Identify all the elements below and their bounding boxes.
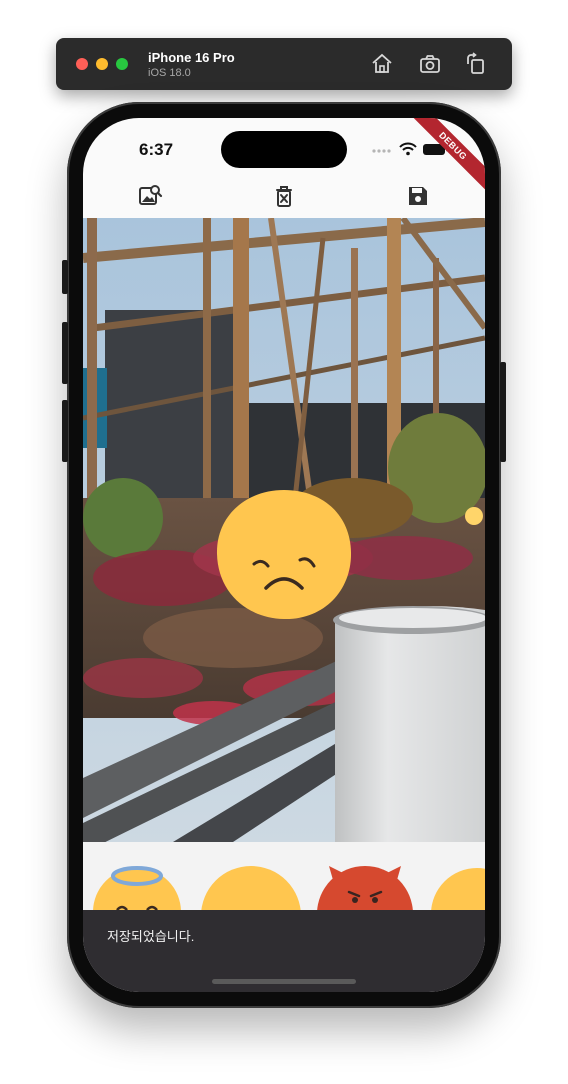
close-window-button[interactable] xyxy=(76,58,88,70)
save-icon[interactable] xyxy=(404,182,432,210)
app-toolbar xyxy=(83,176,485,218)
delete-icon[interactable] xyxy=(270,182,298,210)
minimize-window-button[interactable] xyxy=(96,58,108,70)
sticker-tray xyxy=(83,842,485,910)
status-time: 6:37 xyxy=(139,140,174,159)
wifi-icon xyxy=(399,142,417,156)
device-screen: 6:37 DEBUG 저장되었습니다. xyxy=(83,118,485,992)
home-indicator[interactable] xyxy=(212,979,356,984)
zoom-window-button[interactable] xyxy=(116,58,128,70)
home-icon[interactable] xyxy=(370,52,394,76)
angel-emoji[interactable] xyxy=(91,866,183,910)
snackbar-message: 저장되었습니다. xyxy=(107,929,195,944)
dynamic-island xyxy=(221,131,347,168)
device-name: iPhone 16 Pro xyxy=(148,50,235,65)
simulator-title-bar: iPhone 16 Pro iOS 18.0 xyxy=(56,38,512,90)
devil-emoji[interactable] xyxy=(315,862,415,910)
image-search-icon[interactable] xyxy=(136,182,164,210)
sad-face-sticker[interactable] xyxy=(214,486,354,622)
volume-up-button xyxy=(62,322,68,384)
volume-down-button xyxy=(62,400,68,462)
os-version: iOS 18.0 xyxy=(148,67,191,79)
emoji[interactable] xyxy=(429,866,485,910)
rotate-icon[interactable] xyxy=(464,52,488,76)
action-button xyxy=(62,260,68,294)
smile-emoji[interactable] xyxy=(199,866,303,910)
camera-icon[interactable] xyxy=(418,52,442,76)
power-button xyxy=(500,362,506,462)
